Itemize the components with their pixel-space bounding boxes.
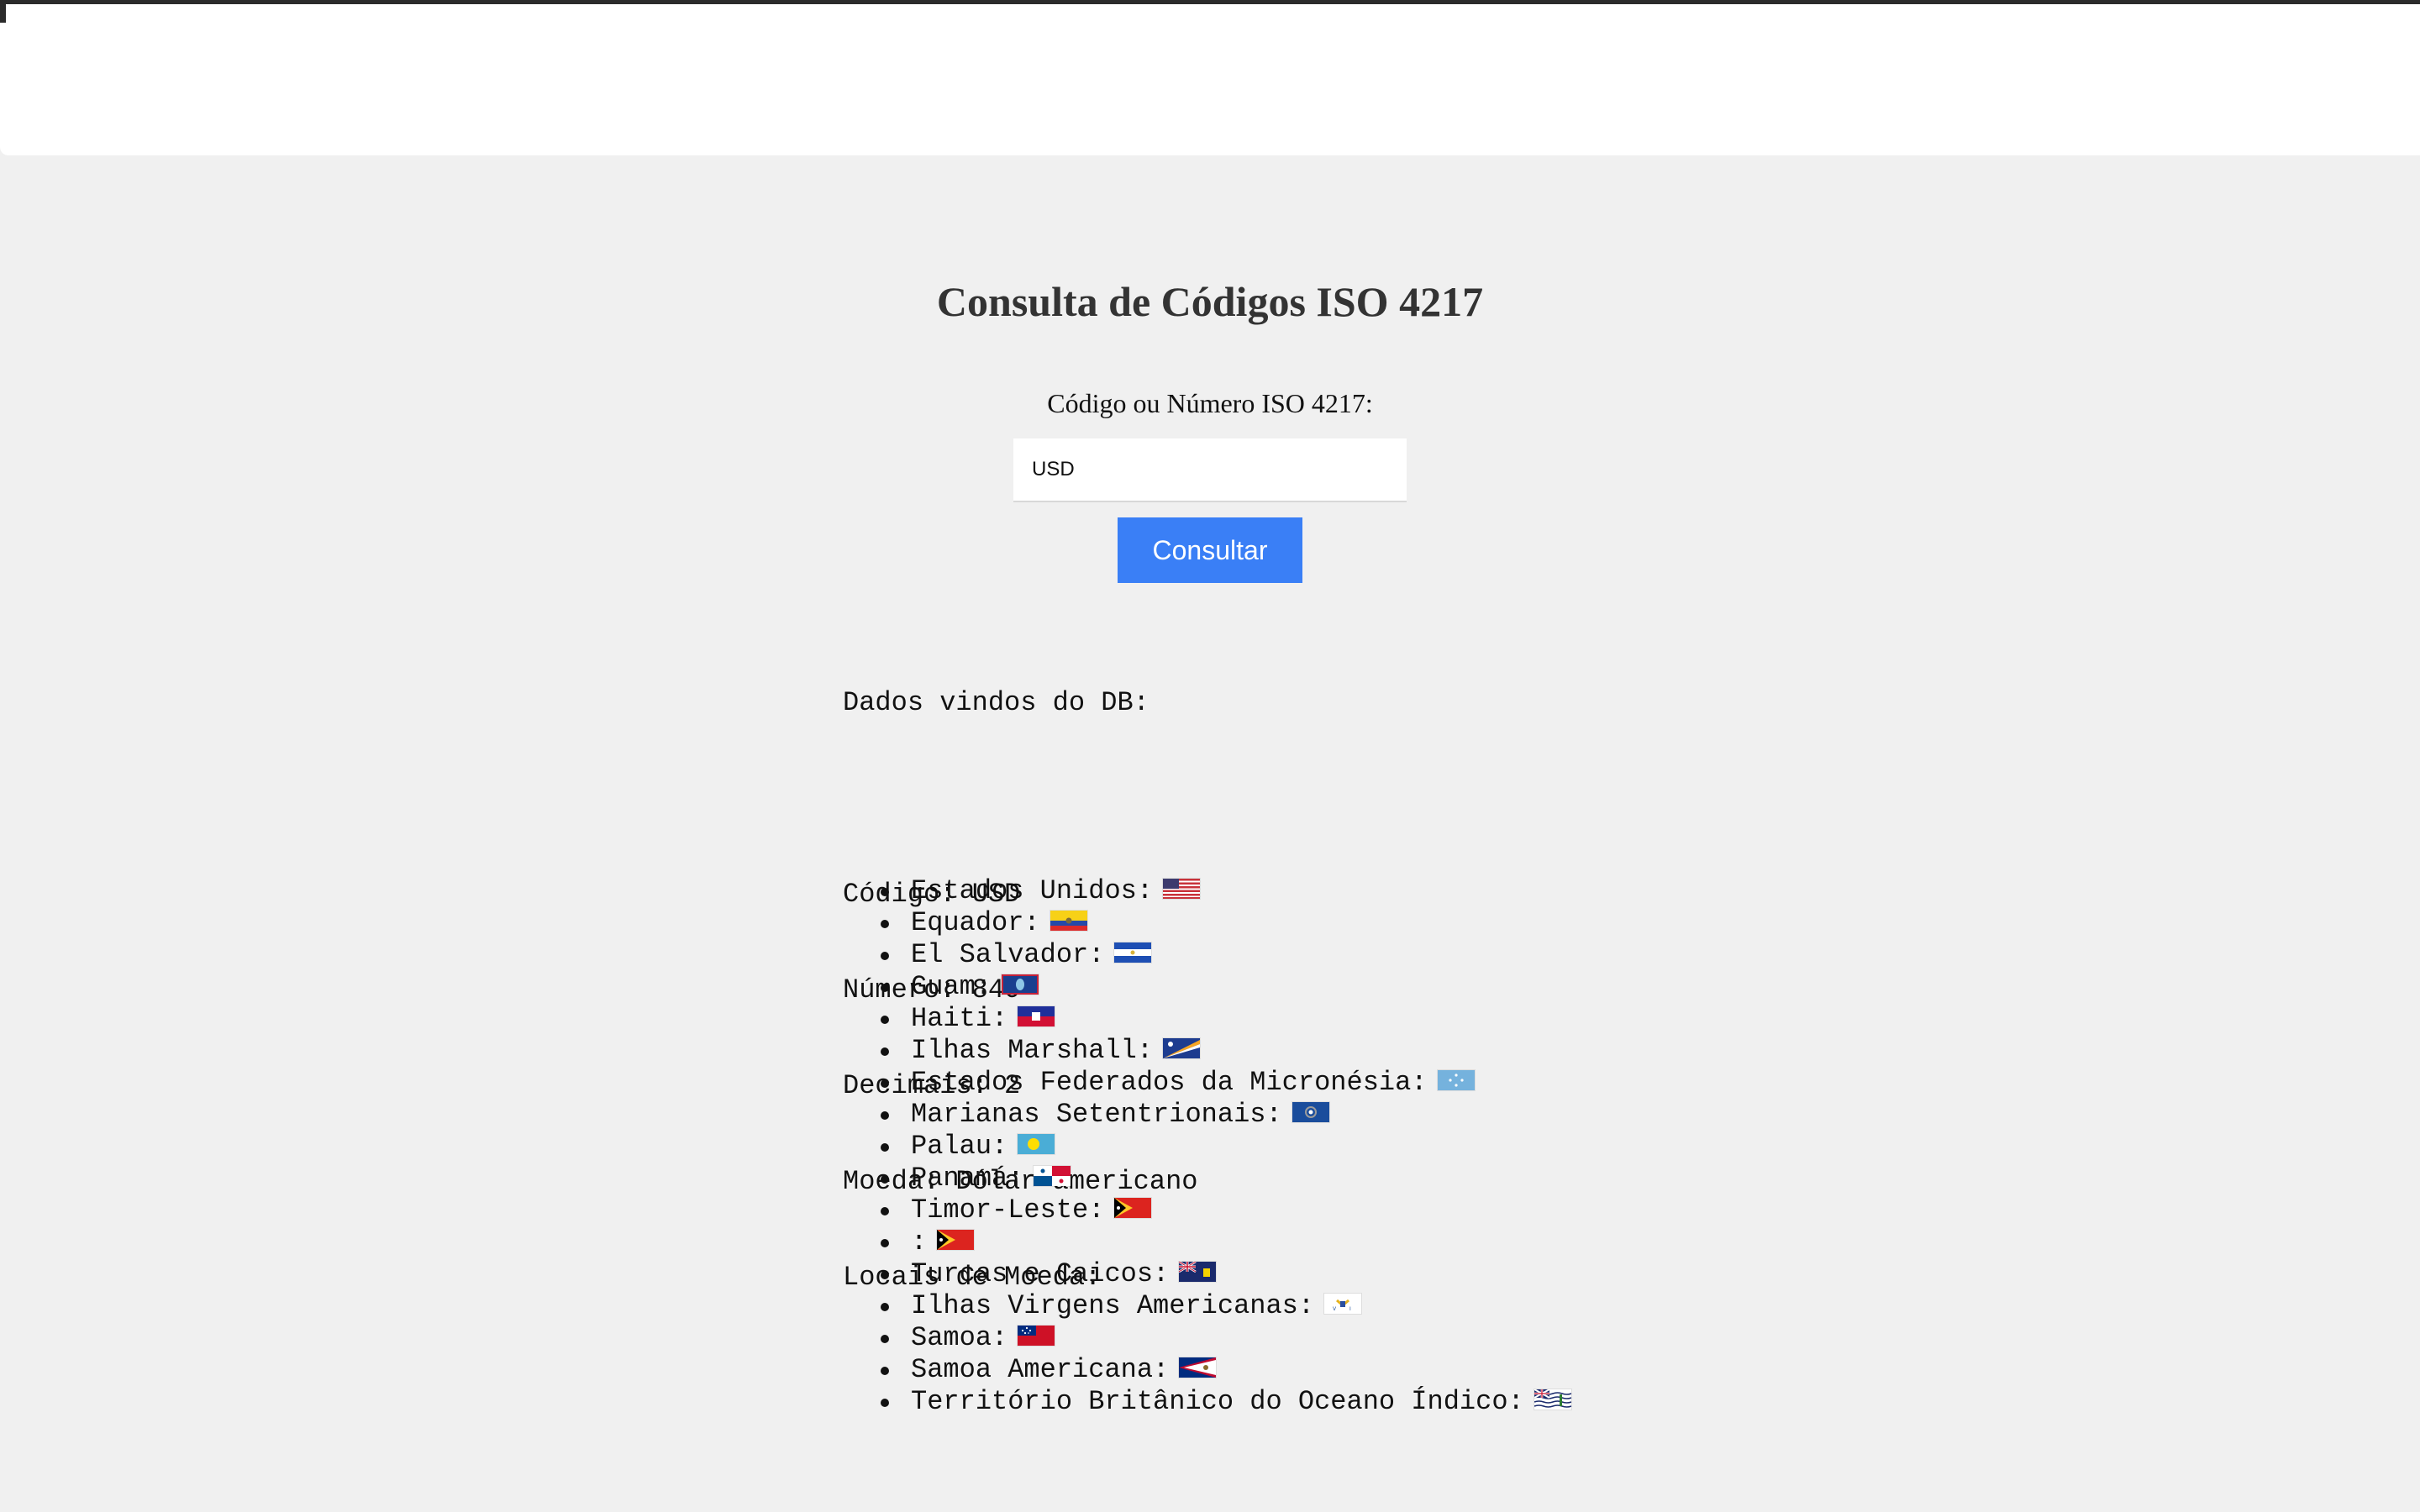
british-indian-ocean-flag-icon [1534,1389,1571,1410]
northern-mariana-flag-icon [1292,1101,1329,1122]
list-item: Timor-Leste: [881,1194,1571,1226]
result-header: Dados vindos do DB: [843,687,1150,718]
place-label: Samoa Americana: [911,1354,1170,1385]
list-item: Samoa Americana: [881,1354,1571,1386]
place-label: Território Britânico do Oceano Índico: [911,1386,1524,1417]
list-item: Marianas Setentrionais: [881,1099,1571,1131]
samoa-flag-icon [1018,1325,1055,1346]
list-item: Estados Unidos: [881,875,1571,907]
list-item: : [881,1226,1571,1258]
page-title: Consulta de Códigos ISO 4217 [936,278,1484,325]
el-salvador-flag-icon [1114,942,1152,963]
us-flag-icon [1163,878,1201,899]
place-label: Palau: [911,1131,1008,1162]
panama-flag-icon [1034,1165,1071,1186]
list-item: Haiti: [881,1003,1571,1035]
places-list: Estados Unidos: Equador: El Salvador: Gu… [881,875,1571,1418]
turks-caicos-flag-icon [1179,1261,1217,1282]
list-item: Samoa: [881,1322,1571,1354]
guam-flag-icon [1002,974,1039,995]
place-label: Turcas e Caicos: [911,1258,1170,1289]
text-cursor [0,4,6,23]
place-label: Panamá: [911,1163,1024,1194]
list-item: Panamá: [881,1163,1571,1194]
place-label: Guam: [911,971,992,1002]
place-label: El Salvador: [911,939,1105,970]
timor-leste-flag-icon [937,1229,975,1250]
place-label: Haiti: [911,1003,1008,1034]
ecuador-flag-icon [1050,910,1087,931]
list-item: Palau: [881,1131,1571,1163]
place-label: : [911,1226,928,1257]
american-samoa-flag-icon [1179,1357,1217,1378]
timor-leste-flag-icon [1114,1197,1152,1218]
us-virgin-islands-flag-icon: VI [1324,1293,1362,1314]
list-item: Equador: [881,907,1571,939]
place-label: Equador: [911,907,1040,938]
place-label: Samoa: [911,1322,1008,1353]
code-input-label: Código ou Número ISO 4217: [1047,388,1373,418]
list-item: El Salvador: [881,939,1571,971]
list-item: Ilhas Marshall: [881,1035,1571,1067]
haiti-flag-icon [1018,1005,1055,1026]
place-label: Timor-Leste: [911,1194,1105,1226]
place-label: Ilhas Marshall: [911,1035,1154,1066]
place-label: Estados Federados da Micronésia: [911,1067,1428,1098]
result-spacer [843,783,1197,815]
palau-flag-icon [1018,1133,1055,1154]
consultar-button[interactable]: Consultar [1118,517,1302,583]
list-item: Ilhas Virgens Americanas: V I [881,1290,1571,1322]
list-item: Turcas e Caicos: [881,1258,1571,1290]
place-label: Marianas Setentrionais: [911,1099,1282,1130]
place-label: Ilhas Virgens Americanas: [911,1290,1315,1321]
list-item: Estados Federados da Micronésia: [881,1067,1571,1099]
code-input[interactable] [1013,438,1407,502]
place-label: Estados Unidos: [911,875,1154,906]
list-item: Guam: [881,971,1571,1003]
svg-text:I: I [1349,1306,1351,1312]
list-item: Território Britânico do Oceano Índico: [881,1386,1571,1418]
marshall-islands-flag-icon [1163,1037,1201,1058]
micronesia-flag-icon [1437,1069,1475,1090]
browser-top-area [0,0,2420,155]
